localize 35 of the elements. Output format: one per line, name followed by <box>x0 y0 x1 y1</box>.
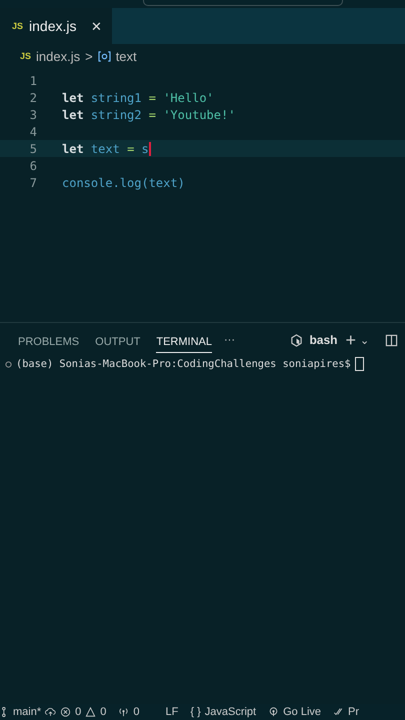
tab-label: index.js <box>29 18 78 34</box>
warning-count[interactable]: 0 <box>100 706 106 718</box>
line-number: 3 <box>28 108 37 122</box>
ports-count[interactable]: 0 <box>133 706 140 718</box>
line-number: 5 <box>28 142 37 156</box>
more-button[interactable]: ··· <box>224 334 235 346</box>
breadcrumb-symbol[interactable]: text <box>116 48 137 64</box>
code-line: let text = s <box>62 142 149 156</box>
new-terminal-button[interactable]: + <box>345 330 356 350</box>
line-number: 2 <box>28 90 37 104</box>
code-line: let string1 = 'Hello' <box>62 90 214 104</box>
panel-tab[interactable]: PROBLEMS <box>18 328 80 352</box>
eol-label[interactable]: LF <box>166 706 178 718</box>
line-number: 7 <box>28 176 37 190</box>
close-icon[interactable]: ✕ <box>91 18 102 34</box>
go-live-button[interactable]: Go Live <box>283 706 322 718</box>
breadcrumb-file[interactable]: index.js <box>36 48 80 64</box>
branch-label[interactable]: main* <box>13 706 42 718</box>
braces-icon: { } <box>190 706 201 718</box>
code-line: let string2 = 'Youtube!' <box>62 108 236 122</box>
terminal-prompt: (base) Sonias-MacBook-Pro:CodingChallenges soniapires$ <box>16 358 351 370</box>
error-count[interactable]: 0 <box>75 706 82 718</box>
line-number: 4 <box>28 124 37 138</box>
line-number: 1 <box>28 74 37 88</box>
shell-label[interactable]: bash <box>309 333 338 347</box>
panel-tab[interactable]: TERMINAL <box>156 328 212 352</box>
code-line: console.log(text) <box>62 176 185 190</box>
caret-icon[interactable]: ⌄ <box>360 334 369 346</box>
chevron-icon: > <box>85 48 93 64</box>
language-label[interactable]: JavaScript <box>204 706 256 718</box>
panel-tab[interactable]: OUTPUT <box>95 328 140 352</box>
line-number: 6 <box>28 158 37 172</box>
js-file-icon: JS <box>12 21 24 31</box>
js-file-icon: JS <box>20 51 32 61</box>
prettier-label[interactable]: Pr <box>348 706 360 718</box>
